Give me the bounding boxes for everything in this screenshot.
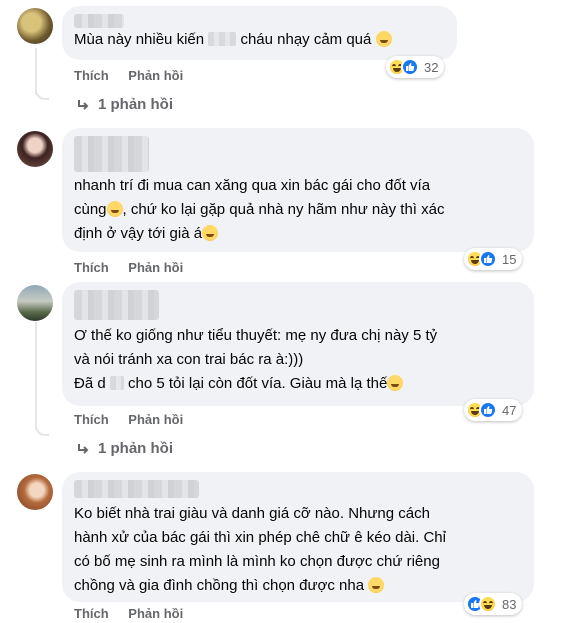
view-replies-link[interactable]: 1 phản hồi xyxy=(76,440,173,457)
comment-text: Ơ thế ko giống như tiểu thuyết: mẹ ny đư… xyxy=(74,327,438,392)
reaction-count: 83 xyxy=(502,596,517,612)
like-icon xyxy=(479,250,497,268)
comment-bubble: nhanh trí đi mua can xăng qua xin bác gá… xyxy=(62,128,534,252)
comment-actions: Thích Phản hồi xyxy=(74,68,199,83)
like-action[interactable]: Thích xyxy=(74,260,109,275)
avatar[interactable] xyxy=(17,131,53,167)
reaction-count: 32 xyxy=(424,59,439,75)
avatar[interactable] xyxy=(17,474,53,510)
reply-arrow-icon xyxy=(78,443,89,454)
reply-action[interactable]: Phản hồi xyxy=(128,412,183,427)
comment-actions: Thích Phản hồi xyxy=(74,260,199,275)
like-action[interactable]: Thích xyxy=(74,412,109,427)
comment-text: nhanh trí đi mua can xăng qua xin bác gá… xyxy=(74,177,445,242)
reaction-summary[interactable]: 47 xyxy=(464,399,523,421)
reaction-summary[interactable]: 32 xyxy=(386,56,445,78)
comment-text: Mùa này nhiều kiến cháu nhạy cảm quá xyxy=(74,28,445,52)
reaction-count: 47 xyxy=(502,402,517,418)
comment-bubble: Ơ thế ko giống như tiểu thuyết: mẹ ny đư… xyxy=(62,282,534,406)
comment-text: Ko biết nhà trai giàu và danh giá cỡ nào… xyxy=(74,505,446,594)
avatar[interactable] xyxy=(17,8,53,44)
blurred-author-name[interactable] xyxy=(74,290,159,320)
haha-icon xyxy=(479,595,497,613)
blurred-text xyxy=(208,32,237,46)
blurred-author-name[interactable] xyxy=(74,14,124,28)
thread-line xyxy=(35,322,37,430)
like-icon xyxy=(479,401,497,419)
comment-bubble: Ko biết nhà trai giàu và danh giá cỡ nào… xyxy=(62,472,534,602)
smirk-emoji-icon xyxy=(368,577,385,593)
thinking-emoji-icon xyxy=(387,375,404,391)
emoji-icon xyxy=(375,31,392,47)
view-replies-link[interactable]: 1 phản hồi xyxy=(76,96,173,113)
blurred-author-name[interactable] xyxy=(74,480,199,498)
blurred-author-name[interactable] xyxy=(74,136,149,172)
reply-arrow-icon xyxy=(78,99,89,110)
like-action[interactable]: Thích xyxy=(74,68,109,83)
thread-curve xyxy=(35,424,49,436)
comment-actions: Thích Phản hồi xyxy=(74,412,199,427)
reply-action[interactable]: Phản hồi xyxy=(128,68,183,83)
reaction-summary[interactable]: 83 xyxy=(464,593,523,615)
reply-action[interactable]: Phản hồi xyxy=(128,606,183,621)
avatar[interactable] xyxy=(17,285,53,321)
like-action[interactable]: Thích xyxy=(74,606,109,621)
blurred-text xyxy=(109,376,124,390)
replies-label: 1 phản hồi xyxy=(98,440,173,457)
reaction-summary[interactable]: 15 xyxy=(464,248,523,270)
rofl-emoji-icon xyxy=(106,201,123,217)
replies-label: 1 phản hồi xyxy=(98,96,173,113)
comment-actions: Thích Phản hồi xyxy=(74,606,199,621)
laughing-emoji-icon xyxy=(202,225,219,241)
like-icon xyxy=(401,58,419,76)
thread-curve xyxy=(35,88,49,100)
comment-bubble: Mùa này nhiều kiến cháu nhạy cảm quá xyxy=(62,6,457,60)
reply-action[interactable]: Phản hồi xyxy=(128,260,183,275)
reaction-count: 15 xyxy=(502,251,517,267)
